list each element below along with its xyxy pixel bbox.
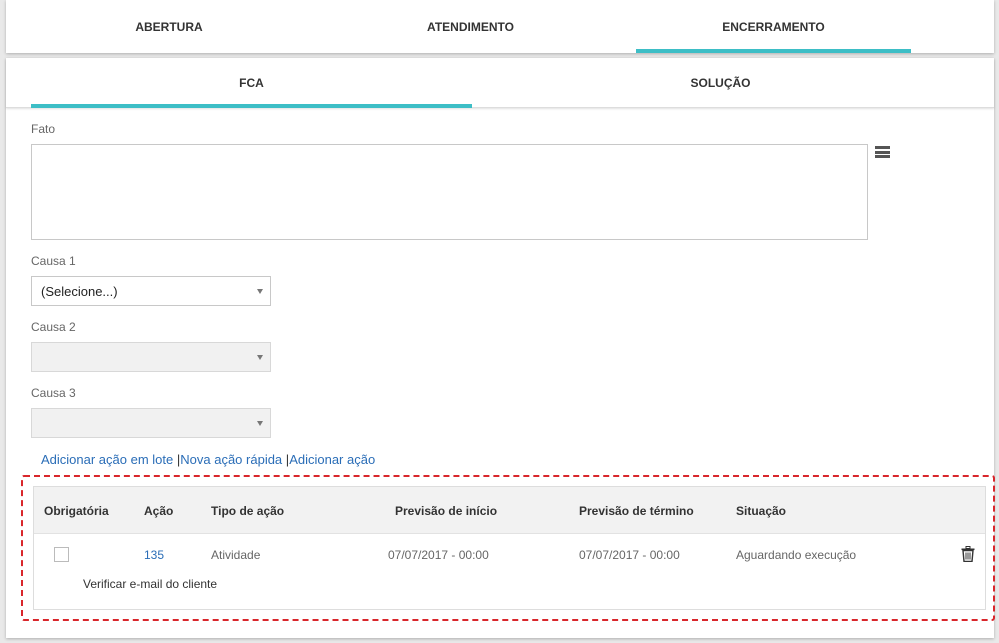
fca-panel: FCA SOLUÇÃO Fato Causa 1 (Selecione...) … bbox=[6, 58, 995, 638]
header-tipo-acao: Tipo de ação bbox=[211, 504, 285, 518]
tipo-acao-cell: Atividade bbox=[211, 548, 261, 562]
caret-down-icon bbox=[257, 421, 263, 426]
previsao-inicio-cell: 07/07/2017 - 00:00 bbox=[388, 548, 489, 562]
active-tab-indicator bbox=[636, 49, 911, 53]
causa2-select[interactable] bbox=[31, 342, 271, 372]
causa3-label: Causa 3 bbox=[31, 386, 76, 400]
header-previsao-inicio: Previsão de início bbox=[395, 504, 498, 518]
causa3-select[interactable] bbox=[31, 408, 271, 438]
tab-atendimento[interactable]: ATENDIMENTO bbox=[332, 0, 609, 53]
trash-icon[interactable] bbox=[961, 546, 975, 562]
add-action-link[interactable]: Adicionar ação bbox=[289, 452, 375, 467]
tab-encerramento-label: ENCERRAMENTO bbox=[722, 19, 825, 34]
header-acao: Ação bbox=[144, 504, 174, 518]
tab-fca[interactable]: FCA bbox=[31, 58, 472, 108]
causa1-label: Causa 1 bbox=[31, 254, 76, 268]
table-header: Obrigatória Ação Tipo de ação Previsão d… bbox=[34, 487, 985, 534]
tab-fca-label: FCA bbox=[239, 76, 264, 90]
actions-highlight-box: Obrigatória Ação Tipo de ação Previsão d… bbox=[21, 475, 995, 621]
acao-descricao: Verificar e-mail do cliente bbox=[83, 577, 218, 591]
top-tab-bar: ABERTURA ATENDIMENTO ENCERRAMENTO bbox=[6, 0, 994, 53]
tab-encerramento[interactable]: ENCERRAMENTO bbox=[636, 0, 911, 53]
acao-number-link[interactable]: 135 bbox=[144, 548, 164, 562]
previsao-termino-cell: 07/07/2017 - 00:00 bbox=[579, 548, 680, 562]
menu-lines-icon[interactable] bbox=[875, 146, 890, 160]
tab-abertura-label: ABERTURA bbox=[135, 19, 203, 34]
add-batch-action-link[interactable]: Adicionar ação em lote bbox=[41, 452, 173, 467]
causa1-selected-value: (Selecione...) bbox=[41, 283, 118, 299]
header-situacao: Situação bbox=[736, 504, 787, 518]
caret-down-icon bbox=[257, 355, 263, 360]
quick-action-link[interactable]: Nova ação rápida bbox=[180, 452, 282, 467]
causa2-label: Causa 2 bbox=[31, 320, 76, 334]
header-previsao-termino: Previsão de término bbox=[579, 504, 694, 518]
tab-solucao[interactable]: SOLUÇÃO bbox=[500, 58, 941, 108]
fato-textarea[interactable] bbox=[31, 144, 868, 240]
tab-atendimento-label: ATENDIMENTO bbox=[427, 19, 514, 34]
obrigatoria-checkbox[interactable] bbox=[54, 547, 69, 562]
action-links: Adicionar ação em lote |Nova ação rápida… bbox=[41, 452, 375, 467]
causa1-select[interactable]: (Selecione...) bbox=[31, 276, 271, 306]
header-obrigatoria: Obrigatória bbox=[44, 504, 109, 518]
tab-solucao-label: SOLUÇÃO bbox=[690, 76, 751, 90]
sub-tab-bar: FCA SOLUÇÃO bbox=[6, 58, 994, 108]
tab-abertura[interactable]: ABERTURA bbox=[6, 0, 332, 53]
actions-table: Obrigatória Ação Tipo de ação Previsão d… bbox=[33, 486, 986, 610]
caret-down-icon bbox=[257, 289, 263, 294]
situacao-cell: Aguardando execução bbox=[736, 548, 857, 562]
active-subtab-indicator bbox=[31, 104, 472, 108]
fato-label: Fato bbox=[31, 122, 56, 136]
